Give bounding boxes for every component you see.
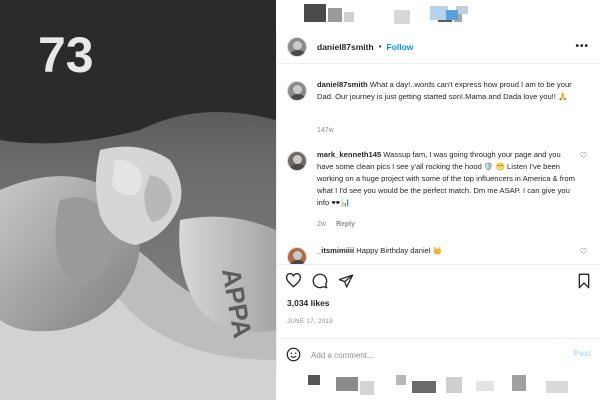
heart-icon[interactable] <box>285 273 302 288</box>
header-username[interactable]: daniel87smith <box>317 42 374 52</box>
action-bar <box>277 264 600 294</box>
blur-block <box>446 377 462 393</box>
smiley-icon[interactable] <box>286 347 301 362</box>
comment-username[interactable]: daniel87smith <box>317 80 368 89</box>
separator-dot: • <box>378 42 382 51</box>
post-header: daniel87smith • Follow ••• <box>277 30 600 64</box>
comment-content: Happy Birthday daniel 👑 <box>354 246 443 255</box>
likes-count[interactable]: 3,034 likes <box>287 298 330 308</box>
avatar[interactable] <box>287 247 307 264</box>
comment-input[interactable] <box>311 348 551 362</box>
jersey-number: 73 <box>38 27 94 83</box>
comment-text: _itsmimiiii Happy Birthday daniel 👑 <box>317 245 579 257</box>
blur-block <box>512 375 526 391</box>
bookmark-icon[interactable] <box>577 273 591 289</box>
blur-block <box>328 8 342 22</box>
comment-like-icon[interactable]: ♡ <box>580 247 587 256</box>
post-date[interactable]: JUNE 17, 2019 <box>287 318 333 325</box>
comments-list[interactable]: daniel87smith What a day!..words can't e… <box>277 65 600 264</box>
blur-block <box>446 10 458 20</box>
blur-block <box>546 381 568 393</box>
blur-block <box>360 381 374 395</box>
avatar[interactable] <box>287 151 307 171</box>
paper-plane-icon[interactable] <box>338 273 354 289</box>
follow-button[interactable]: Follow <box>387 42 414 52</box>
comment-meta: 2w Reply <box>317 221 355 228</box>
avatar[interactable] <box>287 36 307 57</box>
comment-like-icon[interactable]: ♡ <box>580 151 587 160</box>
blur-block <box>308 375 320 385</box>
comment-text: daniel87smith What a day!..words can't e… <box>317 79 579 103</box>
reply-button[interactable]: Reply <box>336 221 355 228</box>
avatar[interactable] <box>287 81 307 101</box>
comment-username[interactable]: _itsmimiiii <box>317 246 354 255</box>
blur-block <box>344 12 354 22</box>
bottom-blur-strip <box>276 371 600 400</box>
blur-block <box>394 10 410 24</box>
comment-username[interactable]: mark_kenneth145 <box>317 150 381 159</box>
comment-text: mark_kenneth145 Wassup fam, I was going … <box>317 149 579 209</box>
comment-time[interactable]: 147w <box>317 127 334 134</box>
blur-block <box>304 4 326 22</box>
add-comment-bar: Post <box>277 338 600 371</box>
post-panel: daniel87smith • Follow ••• daniel87smith… <box>276 30 600 371</box>
comment-meta: 147w <box>317 127 334 134</box>
post-button[interactable]: Post <box>574 349 591 358</box>
top-blur-strip <box>276 0 600 30</box>
blur-block <box>476 381 494 391</box>
blur-block <box>412 381 436 393</box>
more-options-icon[interactable]: ••• <box>575 41 589 52</box>
comment-time[interactable]: 2w <box>317 221 326 228</box>
blur-block <box>396 375 406 385</box>
comment-bubble-icon[interactable] <box>312 273 328 289</box>
blur-block <box>336 377 358 391</box>
post-photo: 73 APPA <box>0 0 276 400</box>
